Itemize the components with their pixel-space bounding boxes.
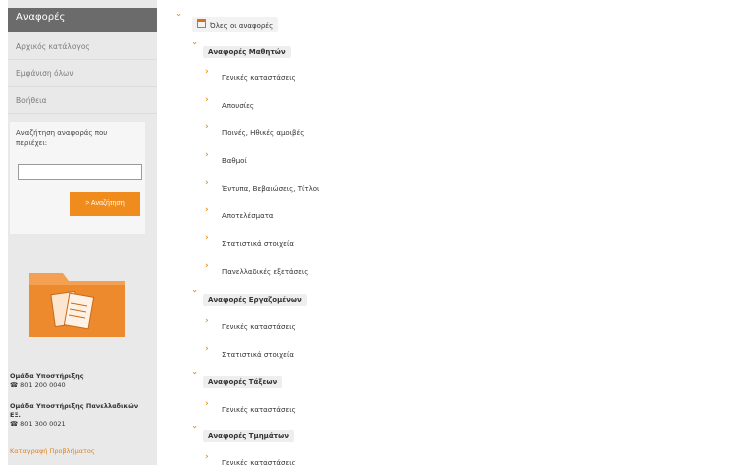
chevron-down-icon[interactable]: › bbox=[189, 289, 199, 293]
chevron-right-icon[interactable]: › bbox=[205, 178, 209, 188]
tree-item[interactable]: Στατιστικά στοιχεία bbox=[218, 236, 298, 252]
tree-group-label: Αναφορές Εργαζομένων bbox=[203, 294, 307, 306]
tree-item-label: Πανελλαδικές εξετάσεις bbox=[222, 268, 309, 276]
tree-group-classes[interactable]: Αναφορές Τάξεων bbox=[203, 374, 283, 390]
support-name-2: Ομάδα Υποστήριξης Πανελλαδικών ΕΞ. bbox=[10, 402, 139, 419]
tree-item[interactable]: Στατιστικά στοιχεία bbox=[218, 347, 298, 363]
tree-item-label: Βαθμοί bbox=[222, 157, 247, 165]
tree-item[interactable]: Βαθμοί bbox=[218, 153, 251, 169]
support-block-2: Ομάδα Υποστήριξης Πανελλαδικών ΕΞ. ☎ 801… bbox=[10, 402, 150, 429]
folder-documents-icon bbox=[29, 273, 125, 337]
tree-group-label: Αναφορές Τάξεων bbox=[203, 376, 283, 388]
support-block-1: Ομάδα Υποστήριξης ☎ 801 200 0040 bbox=[10, 372, 150, 390]
support-name-1: Ομάδα Υποστήριξης bbox=[10, 372, 84, 380]
tree-group-label: Αναφορές Μαθητών bbox=[203, 46, 291, 58]
chevron-down-icon[interactable]: › bbox=[173, 13, 183, 17]
chevron-down-icon[interactable]: › bbox=[189, 41, 199, 45]
chevron-right-icon[interactable]: › bbox=[205, 205, 209, 215]
tree-item-label: Απουσίες bbox=[222, 102, 255, 110]
tree-item[interactable]: Ποινές, Ηθικές αμοιβές bbox=[218, 125, 308, 141]
search-panel: Αναζήτηση αναφοράς που περιέχει: > Αναζή… bbox=[10, 122, 145, 234]
tree-root[interactable]: Όλες οι αναφορές bbox=[192, 16, 279, 32]
chevron-right-icon[interactable]: › bbox=[205, 122, 209, 132]
tree-group-students[interactable]: Αναφορές Μαθητών bbox=[203, 44, 291, 60]
sidebar-title: Αναφορές bbox=[8, 8, 157, 32]
tree-item[interactable]: Απουσίες bbox=[218, 98, 258, 114]
calendar-icon bbox=[197, 18, 206, 28]
chevron-down-icon[interactable]: › bbox=[189, 371, 199, 375]
chevron-right-icon[interactable]: › bbox=[205, 67, 209, 77]
tree-group-sections[interactable]: Αναφορές Τμημάτων bbox=[203, 428, 294, 444]
chevron-right-icon[interactable]: › bbox=[205, 452, 209, 462]
chevron-right-icon[interactable]: › bbox=[205, 150, 209, 160]
tree-item-label: Γενικές καταστάσεις bbox=[222, 406, 296, 414]
tree-group-employees[interactable]: Αναφορές Εργαζομένων bbox=[203, 292, 307, 308]
tree-item-label: Έντυπα, Βεβαιώσεις, Τίτλοι bbox=[222, 185, 320, 193]
chevron-right-icon[interactable]: › bbox=[205, 95, 209, 105]
tree-item-label: Γενικές καταστάσεις bbox=[222, 74, 296, 82]
tree-item-label: Στατιστικά στοιχεία bbox=[222, 240, 294, 248]
tree-item[interactable]: Γενικές καταστάσεις bbox=[218, 70, 300, 86]
support-phone-1: ☎ 801 200 0040 bbox=[10, 381, 66, 389]
support-phone-2: ☎ 801 300 0021 bbox=[10, 420, 66, 428]
tree-item-label: Ποινές, Ηθικές αμοιβές bbox=[222, 129, 305, 137]
sidebar-link-help[interactable]: Βοήθεια bbox=[8, 88, 157, 114]
tree-item[interactable]: Γενικές καταστάσεις bbox=[218, 319, 300, 335]
tree-item-label: Στατιστικά στοιχεία bbox=[222, 351, 294, 359]
chevron-right-icon[interactable]: › bbox=[205, 399, 209, 409]
sidebar-link-show-all[interactable]: Εμφάνιση όλων bbox=[8, 61, 157, 87]
search-label: Αναζήτηση αναφοράς που περιέχει: bbox=[16, 129, 108, 147]
tree-item[interactable]: Γενικές καταστάσεις bbox=[218, 455, 300, 465]
search-button[interactable]: > Αναζήτηση bbox=[70, 192, 140, 216]
chevron-right-icon[interactable]: › bbox=[205, 316, 209, 326]
tree-item-label: Γενικές καταστάσεις bbox=[222, 323, 296, 331]
tree-root-label: Όλες οι αναφορές bbox=[210, 21, 274, 30]
tree-item[interactable]: Αποτελέσματα bbox=[218, 208, 278, 224]
tree-item[interactable]: Έντυπα, Βεβαιώσεις, Τίτλοι bbox=[218, 181, 323, 197]
chevron-right-icon[interactable]: › bbox=[205, 233, 209, 243]
tree-item-label: Γενικές καταστάσεις bbox=[222, 459, 296, 465]
tree-item[interactable]: Γενικές καταστάσεις bbox=[218, 402, 300, 418]
tree-item-label: Αποτελέσματα bbox=[222, 212, 274, 220]
tree-group-label: Αναφορές Τμημάτων bbox=[203, 430, 294, 442]
tree-item[interactable]: Πανελλαδικές εξετάσεις bbox=[218, 264, 312, 280]
search-input[interactable] bbox=[18, 164, 142, 180]
complaint-link[interactable]: Καταγραφή Προβλήματος bbox=[10, 447, 95, 455]
chevron-right-icon[interactable]: › bbox=[205, 344, 209, 354]
chevron-down-icon[interactable]: › bbox=[189, 425, 199, 429]
sidebar-link-home-catalog[interactable]: Αρχικός κατάλογος bbox=[8, 34, 157, 60]
chevron-right-icon[interactable]: › bbox=[205, 261, 209, 271]
